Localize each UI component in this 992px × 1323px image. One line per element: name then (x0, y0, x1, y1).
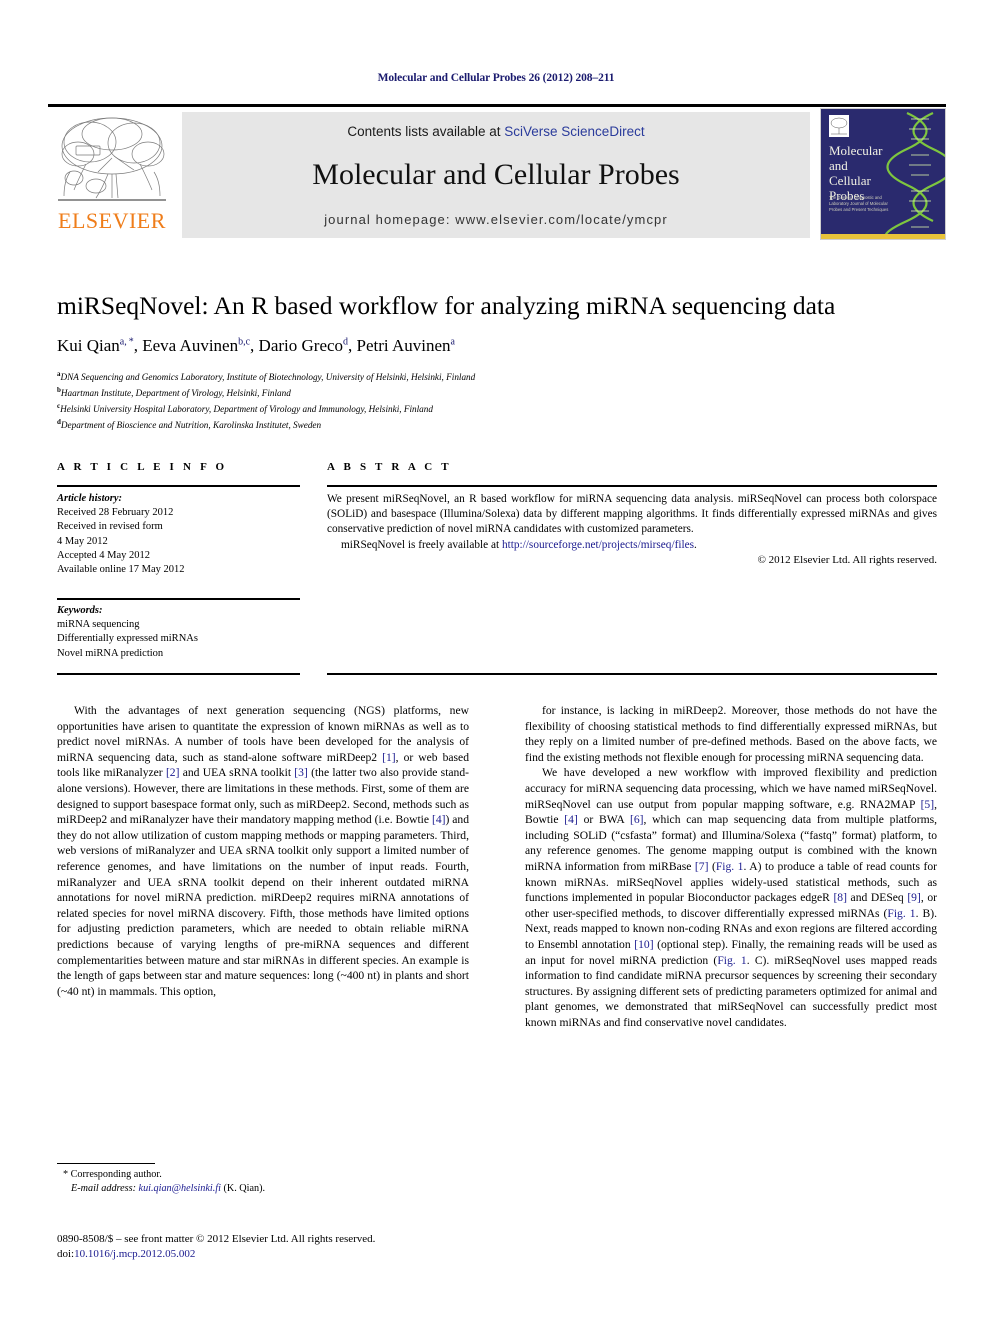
abstract-copyright: © 2012 Elsevier Ltd. All rights reserved… (757, 553, 937, 566)
article-history-label: Article history: (57, 493, 123, 504)
article-history-item: 4 May 2012 (57, 535, 108, 547)
doi-link[interactable]: 10.1016/j.mcp.2012.05.002 (74, 1248, 195, 1260)
doi-label: doi: (57, 1248, 75, 1260)
cover-title-line-2: and (829, 158, 848, 173)
article-info-heading: A R T I C L E I N F O (57, 461, 228, 473)
keywords-label: Keywords: (57, 605, 103, 616)
abstract-rule-bottom (327, 673, 937, 675)
article-info-rule-middle (57, 598, 300, 600)
abstract-heading: A B S T R A C T (327, 461, 452, 473)
availability-suffix: . (694, 538, 697, 551)
author-list: Kui Qiana, *, Eeva Auvinenb,c, Dario Gre… (57, 336, 455, 355)
affiliation-text-a: DNA Sequencing and Genomics Laboratory, … (60, 372, 476, 383)
affiliation-text-c: Helsinki University Hospital Laboratory,… (60, 404, 433, 415)
abstract-paragraph-1: We present miRSeqNovel, an R based workf… (327, 493, 937, 536)
email-label: E-mail address: (71, 1183, 136, 1194)
body-paragraph: With the advantages of next generation s… (57, 704, 470, 998)
body-column-left: With the advantages of next generation s… (57, 703, 469, 1153)
cover-subtitle: The Genetic, Diagnostic and Laboratory J… (829, 195, 889, 212)
masthead-top-rule (48, 104, 946, 107)
contents-lists-line: Contents lists available at SciVerse Sci… (182, 124, 810, 139)
abstract-paragraph-2: miRSeqNovel is freely available at http:… (327, 538, 937, 553)
keyword-item: Novel miRNA prediction (57, 647, 164, 659)
contents-prefix: Contents lists available at (347, 124, 505, 139)
cover-elsevier-mark (829, 115, 849, 137)
abstract-body: We present miRSeqNovel, an R based workf… (327, 492, 937, 568)
cover-bottom-strip (821, 234, 945, 239)
article-info-rule-top (57, 485, 300, 487)
issn-line: 0890-8508/$ – see front matter © 2012 El… (57, 1233, 376, 1245)
affiliation-d: dDepartment of Bioscience and Nutrition,… (57, 416, 937, 432)
journal-title: Molecular and Cellular Probes (312, 158, 680, 191)
cover-title: Molecular and Cellular Probes (829, 143, 901, 203)
article-history-item: Received 28 February 2012 (57, 507, 174, 519)
keywords-block: Keywords: miRNA sequencing Differentiall… (57, 604, 307, 661)
elsevier-wordmark: ELSEVIER (58, 208, 166, 233)
corresponding-author-note: * Corresponding author. (63, 1169, 162, 1180)
article-page: Molecular and Cellular Probes 26 (2012) … (0, 0, 992, 1323)
article-history: Article history: Received 28 February 20… (57, 492, 307, 577)
keyword-item: Differentially expressed miRNAs (57, 633, 198, 645)
journal-homepage[interactable]: journal homepage: www.elsevier.com/locat… (182, 212, 810, 227)
body-paragraph: for instance, is lacking in miRDeep2. Mo… (525, 704, 937, 764)
affiliation-c: cHelsinki University Hospital Laboratory… (57, 400, 937, 416)
keyword-item: miRNA sequencing (57, 619, 140, 631)
sciencedirect-link[interactable]: SciVerse ScienceDirect (504, 124, 644, 139)
email-link[interactable]: kui.qian@helsinki.fi (139, 1183, 221, 1194)
doi-line: doi:10.1016/j.mcp.2012.05.002 (57, 1247, 517, 1262)
article-history-item: Accepted 4 May 2012 (57, 549, 151, 561)
elsevier-tree-icon (56, 112, 168, 206)
body-paragraph: We have developed a new workflow with im… (525, 766, 938, 1029)
sourceforge-link[interactable]: http://sourceforge.net/projects/mirseq/f… (502, 539, 694, 551)
journal-cover-thumbnail: Molecular and Cellular Probes The Geneti… (820, 108, 946, 240)
elsevier-logo: ELSEVIER (50, 112, 174, 238)
email-owner: (K. Qian). (223, 1183, 266, 1194)
footnote-rule (57, 1163, 155, 1164)
running-head: Molecular and Cellular Probes 26 (2012) … (377, 72, 615, 84)
abstract-rule-top (327, 485, 937, 487)
body-column-right: for instance, is lacking in miRDeep2. Mo… (525, 703, 937, 1153)
article-history-item: Available online 17 May 2012 (57, 564, 185, 576)
availability-prefix: miRSeqNovel is freely available at (341, 538, 502, 551)
email-line: E-mail address: kui.qian@helsinki.fi (K.… (57, 1182, 469, 1196)
affiliation-b: bHaartman Institute, Department of Virol… (57, 384, 937, 400)
affiliation-a: aDNA Sequencing and Genomics Laboratory,… (57, 368, 937, 384)
colophon: 0890-8508/$ – see front matter © 2012 El… (57, 1232, 517, 1262)
journal-masthead: ELSEVIER Contents lists available at Sci… (48, 104, 946, 240)
article-history-item: Received in revised form (57, 521, 163, 533)
affiliation-text-b: Haartman Institute, Department of Virolo… (60, 388, 291, 399)
footnote-block: * Corresponding author. E-mail address: … (57, 1168, 469, 1196)
page-title: miRSeqNovel: An R based workflow for ana… (57, 291, 836, 320)
cover-title-line-1: Molecular (829, 143, 883, 158)
affiliation-text-d: Department of Bioscience and Nutrition, … (60, 420, 322, 431)
cover-title-line-3: Cellular (829, 173, 871, 188)
affiliation-list: aDNA Sequencing and Genomics Laboratory,… (57, 368, 937, 432)
journal-banner: Contents lists available at SciVerse Sci… (182, 112, 810, 238)
article-info-rule-bottom (57, 673, 300, 675)
